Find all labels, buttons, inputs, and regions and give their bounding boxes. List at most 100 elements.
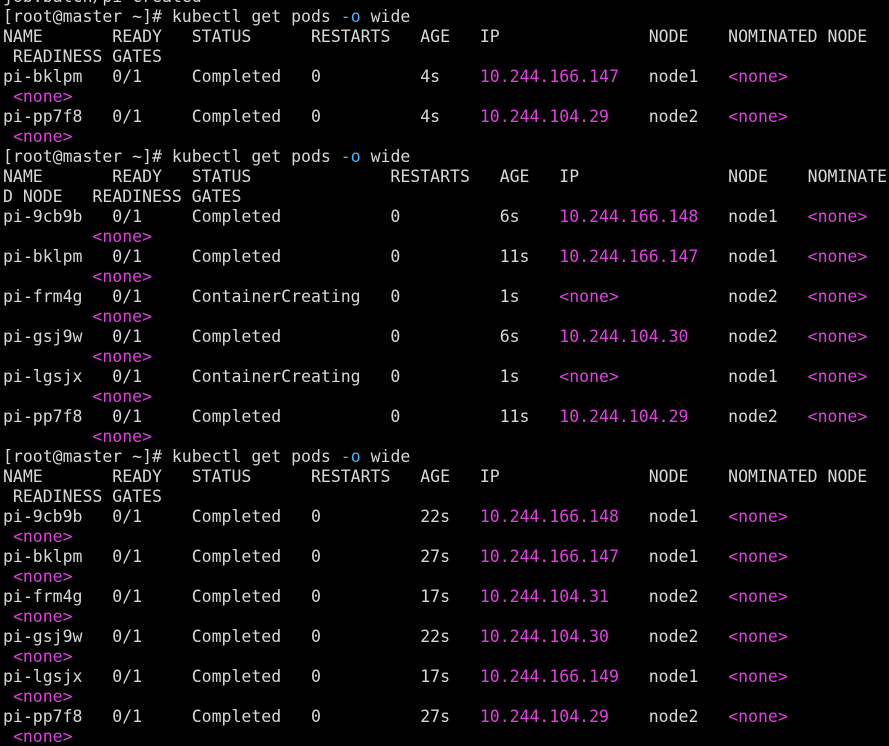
terminal-line: <none> (3, 267, 887, 287)
terminal-text: NAME READY STATUS RESTARTS AGE IP NODE N… (3, 467, 868, 486)
highlighted-text: <none> (92, 427, 153, 446)
terminal-text: wide (360, 7, 411, 26)
terminal-line: pi-pp7f8 0/1 Completed 0 11s 10.244.104.… (3, 407, 887, 427)
terminal-line: D NODE READINESS GATES (3, 187, 887, 207)
highlighted-text: <none> (807, 207, 868, 226)
terminal-text: NAME READY STATUS RESTARTS AGE IP NODE N… (3, 167, 888, 186)
terminal-text: node1 (618, 367, 808, 386)
terminal-text: node1 (618, 667, 729, 686)
terminal-text: job.batch/pi created (3, 0, 202, 6)
highlighted-text: <none> (12, 527, 73, 546)
terminal-line: <none> (3, 227, 887, 247)
option-flag: -o (340, 447, 361, 466)
highlighted-text: <none> (807, 367, 868, 386)
terminal-line: pi-frm4g 0/1 ContainerCreating 0 1s <non… (3, 287, 887, 307)
highlighted-text: <none> (559, 287, 619, 306)
terminal-line: READINESS GATES (3, 47, 887, 67)
terminal-line: [root@master ~]# kubectl get pods -o wid… (3, 447, 887, 467)
highlighted-text: <none> (807, 247, 868, 266)
highlighted-text: 10.244.166.149 (479, 667, 619, 686)
highlighted-text: 10.244.104.30 (479, 627, 609, 646)
terminal-text: READINESS GATES (3, 47, 162, 66)
terminal-line: <none> (3, 307, 887, 327)
highlighted-text: <none> (807, 327, 868, 346)
terminal-line: pi-lgsjx 0/1 Completed 0 17s 10.244.166.… (3, 667, 887, 687)
terminal-text: pi-frm4g 0/1 ContainerCreating 0 1s (3, 287, 560, 306)
highlighted-text: <none> (12, 647, 73, 666)
option-flag: -o (340, 7, 361, 26)
terminal-text: [root@master ~]# kubectl get pods (3, 447, 341, 466)
terminal-line: <none> (3, 347, 887, 367)
highlighted-text: 10.244.166.148 (479, 507, 619, 526)
highlighted-text: <none> (559, 367, 619, 386)
terminal-line: <none> (3, 427, 887, 447)
terminal-line: <none> (3, 527, 887, 547)
terminal-line: <none> (3, 687, 887, 707)
terminal-text: pi-gsj9w 0/1 Completed 0 6s (3, 327, 560, 346)
highlighted-text: <none> (807, 287, 868, 306)
terminal-window[interactable]: job.batch/pi created[root@master ~]# kub… (0, 0, 889, 746)
terminal-text: node1 (618, 547, 729, 566)
terminal-line: pi-9cb9b 0/1 Completed 0 22s 10.244.166.… (3, 507, 887, 527)
terminal-text: pi-lgsjx 0/1 Completed 0 17s (3, 667, 480, 686)
terminal-text: node1 (618, 507, 729, 526)
terminal-text: pi-9cb9b 0/1 Completed 0 6s (3, 207, 560, 226)
highlighted-text: <none> (728, 67, 788, 86)
terminal-text: D NODE READINESS GATES (3, 187, 242, 206)
terminal-line: NAME READY STATUS RESTARTS AGE IP NODE N… (3, 467, 887, 487)
highlighted-text: <none> (728, 507, 788, 526)
highlighted-text: <none> (92, 267, 153, 286)
highlighted-text: <none> (12, 687, 73, 706)
highlighted-text: 10.244.104.29 (559, 407, 689, 426)
highlighted-text: <none> (728, 107, 788, 126)
terminal-text: pi-9cb9b 0/1 Completed 0 22s (3, 507, 480, 526)
highlighted-text: 10.244.166.147 (479, 67, 619, 86)
terminal-text: pi-bklpm 0/1 Completed 0 11s (3, 247, 560, 266)
terminal-line: pi-pp7f8 0/1 Completed 0 27s 10.244.104.… (3, 707, 887, 727)
terminal-text: wide (360, 447, 411, 466)
highlighted-text: <none> (728, 627, 788, 646)
terminal-text: node1 (618, 67, 729, 86)
terminal-text: node1 (698, 207, 808, 226)
terminal-text: NAME READY STATUS RESTARTS AGE IP NODE N… (3, 27, 868, 46)
terminal-text: [root@master ~]# kubectl get pods (3, 7, 341, 26)
terminal-line: pi-bklpm 0/1 Completed 0 4s 10.244.166.1… (3, 67, 887, 87)
terminal-line: pi-lgsjx 0/1 ContainerCreating 0 1s <non… (3, 367, 887, 387)
terminal-line: pi-9cb9b 0/1 Completed 0 6s 10.244.166.1… (3, 207, 887, 227)
terminal-line: job.batch/pi created (3, 0, 887, 7)
highlighted-text: 10.244.166.147 (479, 547, 619, 566)
highlighted-text: <none> (12, 607, 73, 626)
highlighted-text: <none> (807, 407, 868, 426)
terminal-line: pi-bklpm 0/1 Completed 0 11s 10.244.166.… (3, 247, 887, 267)
highlighted-text: 10.244.166.147 (559, 247, 699, 266)
highlighted-text: <none> (728, 667, 788, 686)
terminal-line: [root@master ~]# kubectl get pods -o wid… (3, 7, 887, 27)
highlighted-text: 10.244.104.30 (559, 327, 689, 346)
terminal-text: node2 (618, 287, 808, 306)
terminal-line: NAME READY STATUS RESTARTS AGE IP NODE N… (3, 27, 887, 47)
terminal-text: node2 (688, 407, 808, 426)
terminal-line: NAME READY STATUS RESTARTS AGE IP NODE N… (3, 167, 887, 187)
terminal-line: <none> (3, 567, 887, 587)
terminal-line: <none> (3, 127, 887, 147)
terminal-text: pi-pp7f8 0/1 Completed 0 11s (3, 407, 560, 426)
terminal-line: pi-bklpm 0/1 Completed 0 27s 10.244.166.… (3, 547, 887, 567)
terminal-line: [root@master ~]# kubectl get pods -o wid… (3, 147, 887, 167)
option-flag: -o (340, 147, 361, 166)
terminal-line: pi-frm4g 0/1 Completed 0 17s 10.244.104.… (3, 587, 887, 607)
terminal-line: <none> (3, 607, 887, 627)
highlighted-text: <none> (728, 547, 788, 566)
terminal-text: [root@master ~]# kubectl get pods (3, 147, 341, 166)
highlighted-text: <none> (92, 387, 153, 406)
terminal-text: node2 (688, 327, 808, 346)
highlighted-text: <none> (92, 227, 153, 246)
